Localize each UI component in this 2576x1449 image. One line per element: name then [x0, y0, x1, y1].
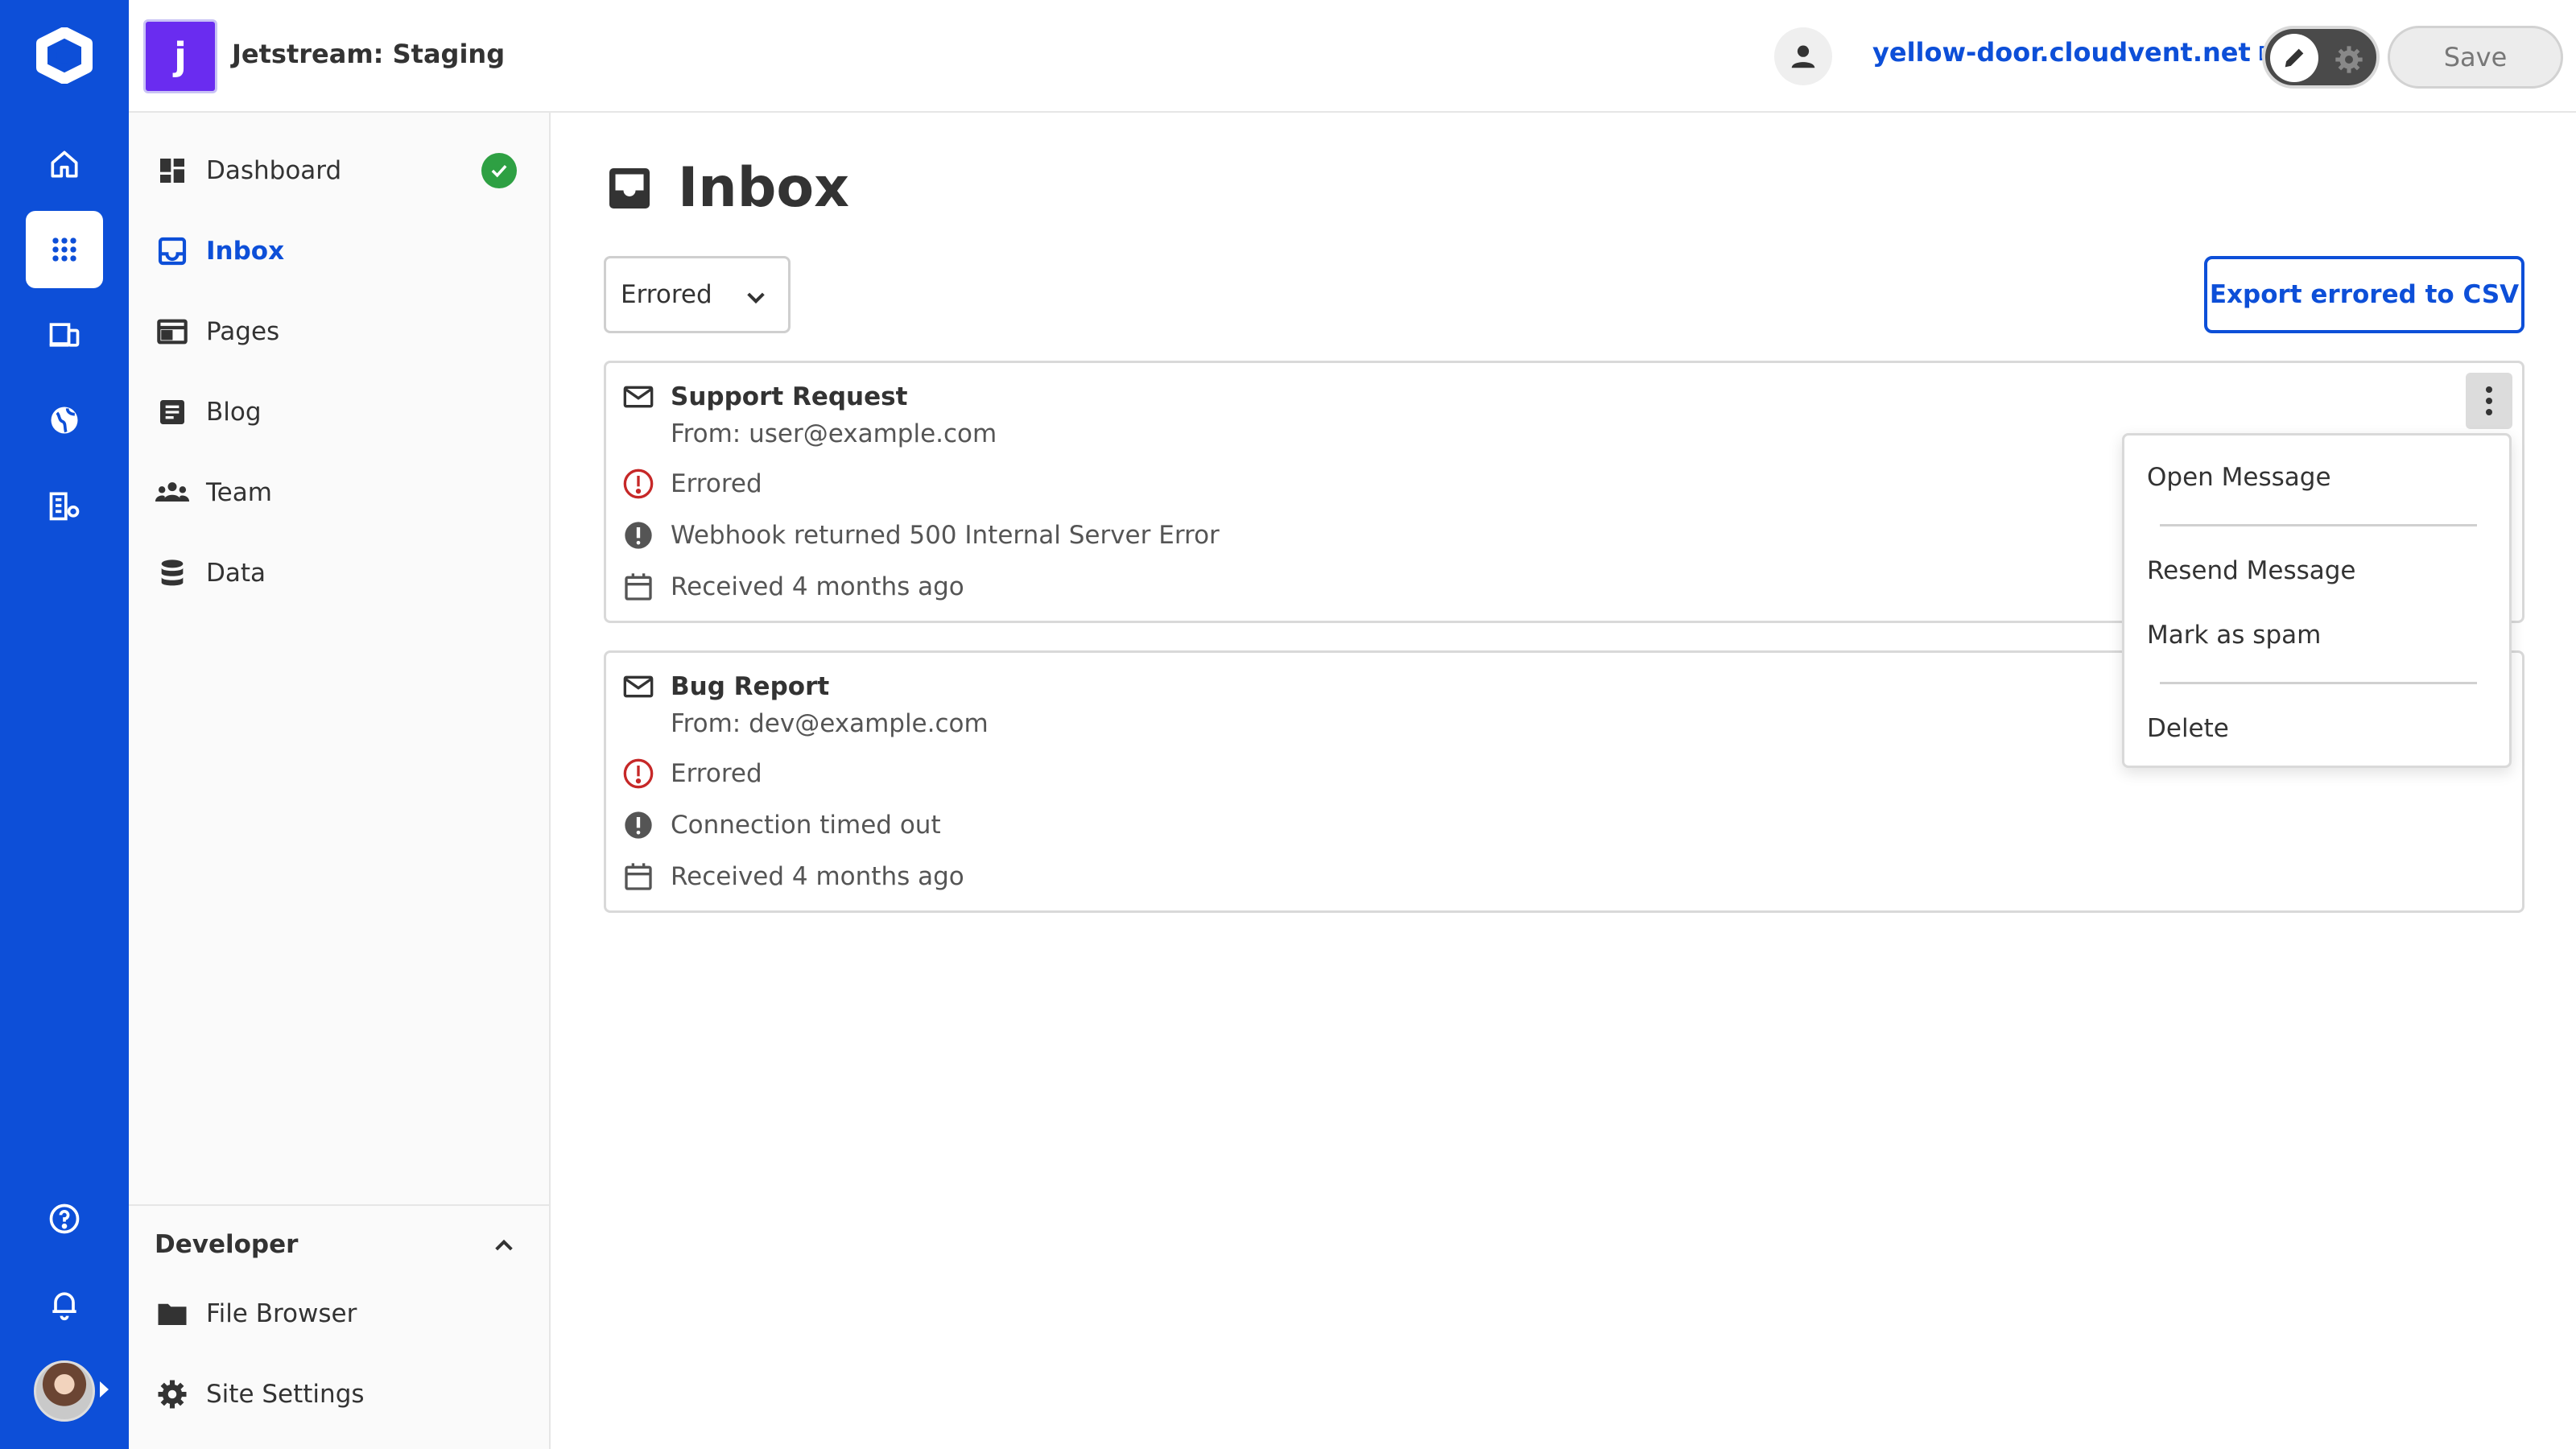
save-button[interactable]: Save — [2388, 26, 2563, 89]
sidebar-item-dashboard[interactable]: Dashboard — [155, 147, 525, 195]
site-avatar[interactable]: j — [143, 19, 217, 93]
menu-divider — [2160, 524, 2477, 526]
chevron-down-icon — [747, 292, 765, 304]
message-title-row: Bug Report — [621, 669, 829, 704]
message-received: Received 4 months ago — [671, 862, 964, 891]
sidebar-item-label: Dashboard — [206, 156, 342, 185]
message-received: Received 4 months ago — [671, 572, 964, 601]
menu-item-delete[interactable]: Delete — [2147, 714, 2229, 743]
folder-icon — [155, 1296, 190, 1331]
message-error: Webhook returned 500 Internal Server Err… — [671, 521, 1220, 550]
page-title: Inbox — [605, 156, 849, 220]
developer-section: Developer File Browser Site Settings — [129, 1204, 549, 1449]
message-sender: From: user@example.com — [671, 419, 997, 448]
menu-divider — [2160, 682, 2477, 684]
envelope-icon — [621, 379, 656, 415]
message-status-row: Errored — [621, 756, 762, 791]
devices-icon[interactable] — [26, 296, 103, 374]
more-options-button[interactable] — [2466, 373, 2512, 429]
edit-settings-toggle[interactable] — [2262, 26, 2380, 89]
exclamation-circle-icon — [621, 807, 656, 843]
pages-icon — [155, 314, 190, 349]
message-sender: From: dev@example.com — [671, 709, 989, 738]
globe-icon[interactable] — [26, 382, 103, 459]
gear-icon — [2335, 46, 2363, 73]
exclamation-circle-icon — [621, 518, 656, 553]
sidebar-item-label: Data — [206, 559, 266, 588]
message-status-row: Errored — [621, 466, 762, 502]
sidebar-item-label: File Browser — [206, 1299, 357, 1328]
menu-item-open-message[interactable]: Open Message — [2147, 463, 2331, 492]
site-domain-link[interactable]: yellow-door.cloudvent.net — [1872, 37, 2278, 68]
chevron-up-icon[interactable] — [491, 1233, 517, 1259]
message-received-row: Received 4 months ago — [621, 859, 964, 894]
database-icon — [155, 555, 190, 591]
menu-item-resend-message[interactable]: Resend Message — [2147, 556, 2356, 585]
message-status: Errored — [671, 759, 762, 788]
menu-item-mark-as-spam[interactable]: Mark as spam — [2147, 621, 2321, 650]
home-icon[interactable] — [26, 126, 103, 203]
sidebar-item-label: Site Settings — [206, 1380, 365, 1409]
sidebar-item-label: Blog — [206, 398, 262, 427]
developer-section-title[interactable]: Developer — [155, 1230, 298, 1259]
message-error: Connection timed out — [671, 811, 941, 840]
top-bar: j Jetstream: Staging yellow-door.cloudve… — [129, 0, 2576, 113]
sidebar-item-label: Team — [206, 478, 272, 507]
inbox-icon — [155, 233, 190, 269]
site-domain-label: yellow-door.cloudvent.net — [1872, 37, 2251, 68]
calendar-icon — [621, 859, 656, 894]
status-filter-select[interactable]: Errored — [604, 256, 791, 333]
bell-icon[interactable] — [26, 1265, 103, 1343]
dashboard-icon — [155, 153, 190, 188]
apps-grid-icon[interactable] — [26, 211, 103, 288]
message-title[interactable]: Support Request — [671, 382, 907, 411]
org-settings-icon[interactable] — [26, 467, 103, 544]
message-status: Errored — [671, 469, 762, 498]
sidebar-item-label: Pages — [206, 317, 280, 346]
app-logo[interactable] — [31, 27, 98, 85]
help-icon[interactable] — [26, 1180, 103, 1257]
pencil-icon — [2270, 34, 2318, 82]
avatar[interactable] — [34, 1360, 95, 1422]
sidebar-item-pages[interactable]: Pages — [155, 308, 525, 356]
team-icon — [155, 475, 190, 510]
inbox-icon — [609, 167, 650, 208]
sidebar-item-label: Inbox — [206, 237, 285, 266]
sidebar-item-file-browser[interactable]: File Browser — [155, 1290, 525, 1338]
caret-right-icon[interactable] — [100, 1381, 109, 1397]
message-error-row: Webhook returned 500 Internal Server Err… — [621, 518, 1220, 553]
message-context-menu: Open Message Resend Message Mark as spam… — [2122, 433, 2512, 768]
check-circle-icon — [481, 153, 517, 188]
sidebar-item-site-settings[interactable]: Site Settings — [155, 1370, 525, 1418]
sidebar-item-blog[interactable]: Blog — [155, 388, 525, 436]
status-filter-value: Errored — [621, 280, 712, 309]
alert-circle-icon — [621, 466, 656, 502]
app-rail — [0, 0, 129, 1449]
gear-icon — [155, 1377, 190, 1412]
sidebar-item-inbox[interactable]: Inbox — [155, 227, 525, 275]
message-title[interactable]: Bug Report — [671, 672, 829, 701]
message-received-row: Received 4 months ago — [621, 569, 964, 605]
page-title-label: Inbox — [678, 156, 849, 220]
message-title-row: Support Request — [621, 379, 907, 415]
calendar-icon — [621, 569, 656, 605]
user-icon[interactable] — [1774, 27, 1832, 85]
sidebar-item-team[interactable]: Team — [155, 469, 525, 517]
message-error-row: Connection timed out — [621, 807, 941, 843]
export-csv-button[interactable]: Export errored to CSV — [2204, 256, 2524, 333]
sidebar-item-data[interactable]: Data — [155, 549, 525, 597]
site-sidebar: Dashboard Inbox Pages Blog Team Data Dev… — [129, 113, 551, 1449]
main-content: Inbox Errored Export errored to CSV Supp… — [552, 113, 2576, 1449]
alert-circle-icon — [621, 756, 656, 791]
envelope-icon — [621, 669, 656, 704]
blog-icon — [155, 394, 190, 430]
site-name[interactable]: Jetstream: Staging — [232, 39, 505, 69]
